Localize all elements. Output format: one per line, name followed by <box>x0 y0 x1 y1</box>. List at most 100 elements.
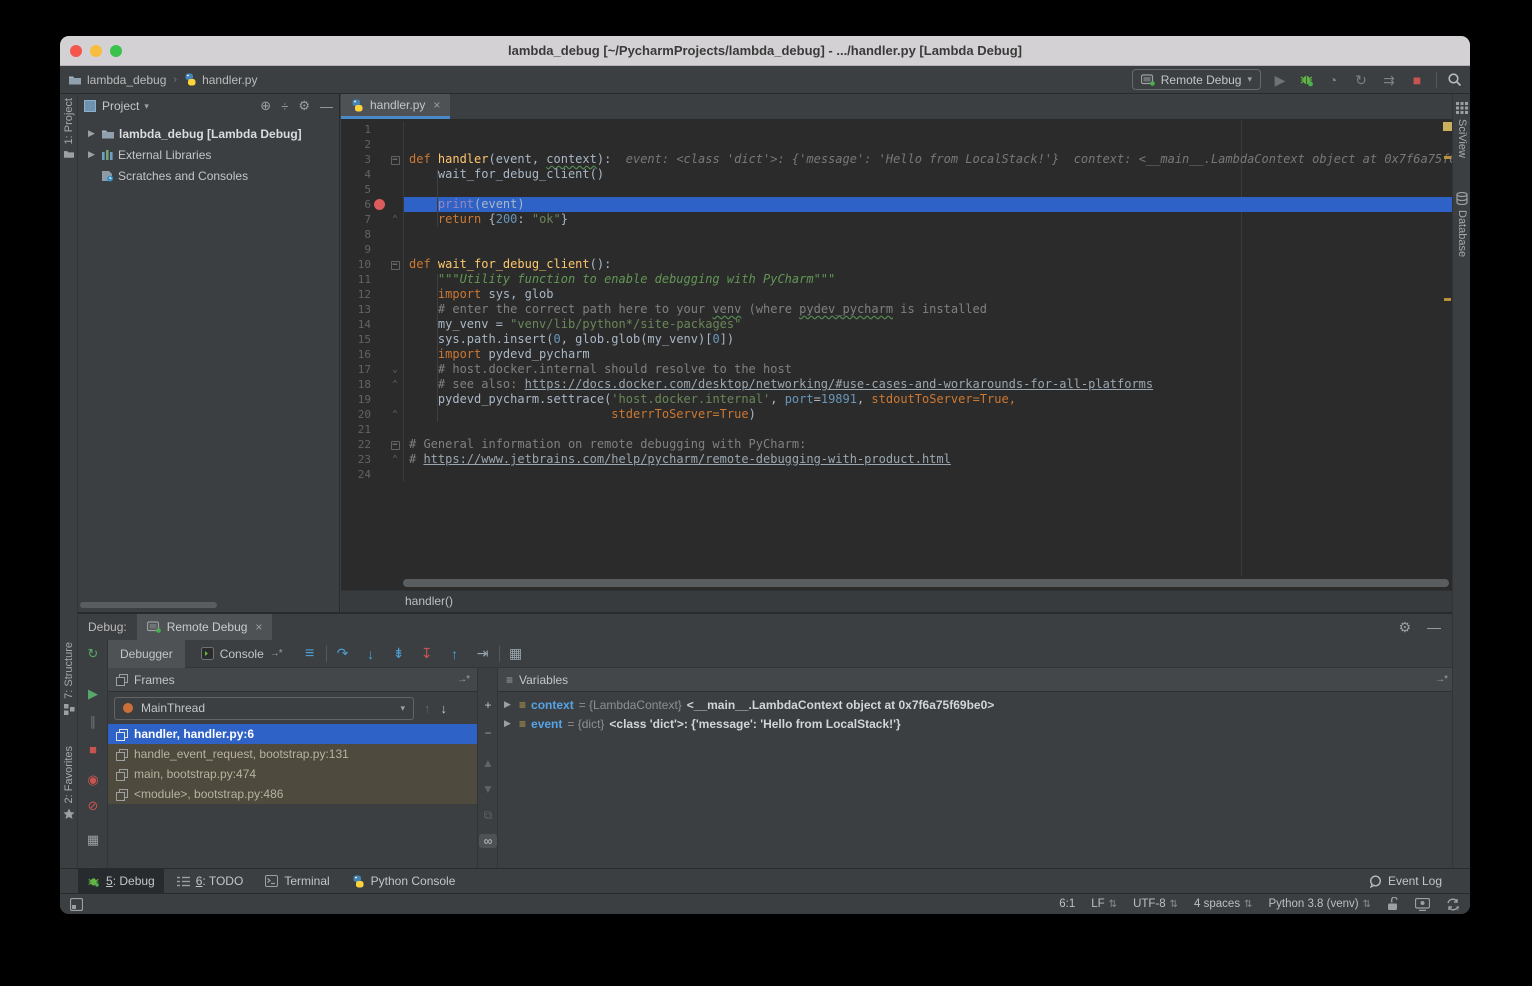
fold-open-icon[interactable]: − <box>391 441 400 450</box>
breakpoint-gutter[interactable] <box>371 167 387 182</box>
status-item-python-3-8-venv-[interactable]: Python 3.8 (venv)⇅ <box>1268 898 1371 910</box>
fold-gutter[interactable] <box>387 287 404 302</box>
code-text[interactable]: pydevd_pycharm.settrace('host.docker.int… <box>404 392 1455 407</box>
fold-gutter[interactable] <box>387 317 404 332</box>
duplicate-icon[interactable]: ⧉ <box>478 808 498 823</box>
line-number[interactable]: 22 <box>341 437 371 452</box>
step-into-icon[interactable]: ↓ <box>359 646 383 662</box>
inspection-status-icon[interactable] <box>1443 122 1452 131</box>
breakpoint-gutter[interactable] <box>371 407 387 422</box>
code-line-6[interactable]: 6 print(event) <box>341 197 1455 212</box>
coverage-icon[interactable]: ↻ <box>1352 71 1370 89</box>
line-number[interactable]: 16 <box>341 347 371 362</box>
tab-console[interactable]: Console→* <box>189 640 294 668</box>
line-number[interactable]: 13 <box>341 302 371 317</box>
frame-row[interactable]: <module>, bootstrap.py:486 <box>108 784 477 804</box>
fold-open-icon[interactable]: − <box>391 261 400 270</box>
code-text[interactable]: return {200: "ok"} <box>404 212 1455 227</box>
breadcrumb-project[interactable]: lambda_debug <box>87 73 166 87</box>
status-item-utf-8[interactable]: UTF-8⇅ <box>1133 898 1178 910</box>
line-number[interactable]: 12 <box>341 287 371 302</box>
show-threads-icon[interactable]: ≡ <box>298 645 322 663</box>
status-item-4-spaces[interactable]: 4 spaces⇅ <box>1194 898 1252 910</box>
expand-arrow-icon[interactable]: ▶ <box>504 718 514 729</box>
tree-arrow-icon[interactable]: ▶ <box>86 128 97 139</box>
code-text[interactable]: def wait_for_debug_client(): <box>404 257 1455 272</box>
breakpoint-gutter[interactable] <box>371 422 387 437</box>
fold-gutter[interactable] <box>387 182 404 197</box>
line-number[interactable]: 6 <box>341 197 371 212</box>
rerun-icon[interactable]: ↻ <box>78 646 108 662</box>
sidebar-stripe-item[interactable]: Database <box>1453 192 1470 257</box>
breakpoint-gutter[interactable] <box>371 332 387 347</box>
breakpoint-gutter[interactable] <box>371 212 387 227</box>
line-number[interactable]: 5 <box>341 182 371 197</box>
breakpoint-gutter[interactable] <box>371 287 387 302</box>
profile-icon[interactable]: ◔ <box>1324 71 1342 89</box>
breakpoint-gutter[interactable] <box>371 452 387 467</box>
breakpoint-gutter[interactable] <box>371 437 387 452</box>
fold-gutter[interactable] <box>387 122 404 137</box>
search-everywhere-icon[interactable] <box>1447 72 1462 87</box>
breakpoint-gutter[interactable] <box>371 347 387 362</box>
code-line-9[interactable]: 9 <box>341 242 1455 257</box>
evaluate-grid-icon[interactable]: ▦ <box>504 645 528 662</box>
line-number[interactable]: 7 <box>341 212 371 227</box>
expand-arrow-icon[interactable]: ▶ <box>504 699 514 710</box>
breakpoint-gutter[interactable] <box>371 137 387 152</box>
show-watches-icon[interactable]: ∞ <box>479 834 497 848</box>
fold-end-icon[interactable]: ⌃ <box>387 407 404 422</box>
line-number[interactable]: 10 <box>341 257 371 272</box>
breakpoint-gutter[interactable] <box>371 257 387 272</box>
debug-session-tab[interactable]: Remote Debug × <box>137 614 273 640</box>
code-line-21[interactable]: 21 <box>341 422 1455 437</box>
line-number[interactable]: 8 <box>341 227 371 242</box>
line-number[interactable]: 11 <box>341 272 371 287</box>
line-number[interactable]: 14 <box>341 317 371 332</box>
line-number[interactable]: 2 <box>341 137 371 152</box>
code-text[interactable]: print(event) <box>404 197 1455 212</box>
code-line-16[interactable]: 16 import pydevd_pycharm <box>341 347 1455 362</box>
line-number[interactable]: 3 <box>341 152 371 167</box>
code-line-19[interactable]: 19 pydevd_pycharm.settrace('host.docker.… <box>341 392 1455 407</box>
stop-icon[interactable]: ■ <box>78 742 108 757</box>
tree-item[interactable]: Scratches and Consoles <box>78 165 339 186</box>
code-line-10[interactable]: 10 −def wait_for_debug_client(): <box>341 257 1455 272</box>
code-line-2[interactable]: 2 <box>341 137 1455 152</box>
code-text[interactable]: stderrToServer=True) <box>404 407 1455 422</box>
line-number[interactable]: 1 <box>341 122 371 137</box>
line-number[interactable]: 23 <box>341 452 371 467</box>
pin-icon[interactable]: →* <box>270 648 282 659</box>
breakpoint-gutter[interactable] <box>371 377 387 392</box>
run-config-selector[interactable]: Remote Debug ▾ <box>1132 69 1261 90</box>
frame-row[interactable]: main, bootstrap.py:474 <box>108 764 477 784</box>
gear-icon[interactable]: ⚙ <box>1398 619 1411 636</box>
code-text[interactable]: def handler(event, context): event: <cla… <box>404 152 1455 167</box>
close-tab-icon[interactable]: × <box>433 98 440 112</box>
code-line-20[interactable]: 20⌃ stderrToServer=True) <box>341 407 1455 422</box>
code-text[interactable]: """Utility function to enable debugging … <box>404 272 1455 287</box>
breakpoint-gutter[interactable] <box>371 272 387 287</box>
fold-end-icon[interactable]: ⌃ <box>387 377 404 392</box>
move-up-icon[interactable]: ▲ <box>478 756 498 770</box>
line-number[interactable]: 9 <box>341 242 371 257</box>
project-horizontal-scrollbar[interactable] <box>80 602 217 608</box>
variable-row[interactable]: ▶≡event= {dict}<class 'dict'>: {'message… <box>498 714 1455 733</box>
code-line-23[interactable]: 23⌃# https://www.jetbrains.com/help/pych… <box>341 452 1455 467</box>
fold-gutter[interactable] <box>387 392 404 407</box>
code-line-17[interactable]: 17⌄ # host.docker.internal should resolv… <box>341 362 1455 377</box>
locate-file-icon[interactable]: ⊕ <box>260 98 271 114</box>
code-line-22[interactable]: 22−# General information on remote debug… <box>341 437 1455 452</box>
code-line-14[interactable]: 14 my_venv = "venv/lib/python*/site-pack… <box>341 317 1455 332</box>
code-line-12[interactable]: 12 import sys, glob <box>341 287 1455 302</box>
status-item-lf[interactable]: LF⇅ <box>1091 898 1117 910</box>
view-breakpoints-icon[interactable]: ◉ <box>78 772 108 788</box>
line-number[interactable]: 21 <box>341 422 371 437</box>
fold-gutter[interactable] <box>387 467 404 482</box>
event-log-button[interactable]: Event Log <box>1369 874 1452 888</box>
code-text[interactable]: import pydevd_pycharm <box>404 347 1455 362</box>
breakpoint-gutter[interactable] <box>371 122 387 137</box>
breakpoint-gutter[interactable] <box>371 227 387 242</box>
code-text[interactable] <box>404 227 1455 242</box>
hide-panel-icon[interactable]: — <box>320 99 333 114</box>
